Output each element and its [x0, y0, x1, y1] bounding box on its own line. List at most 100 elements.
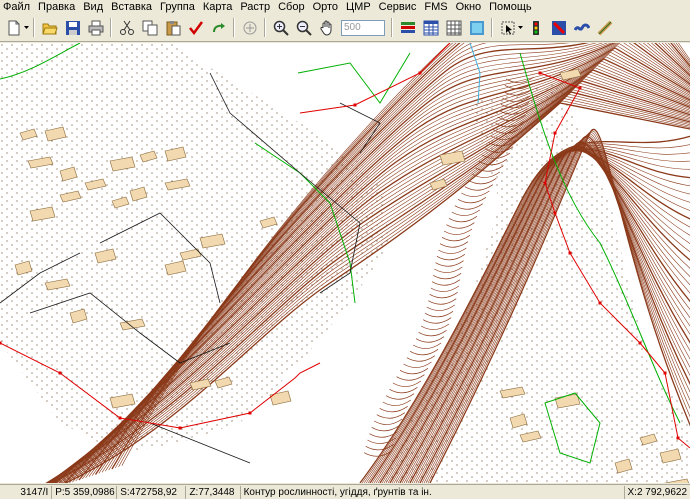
- menu-service[interactable]: Сервис: [375, 0, 421, 14]
- parcel-vertex[interactable]: [0, 341, 2, 345]
- open-button[interactable]: [40, 18, 59, 37]
- building-footprint: [269, 390, 292, 406]
- print-button[interactable]: [86, 18, 105, 37]
- ravine-hatch: [429, 292, 458, 299]
- menu-map[interactable]: Карта: [199, 0, 236, 14]
- ruler-button[interactable]: [595, 18, 614, 37]
- chevron-down-icon: [24, 26, 29, 29]
- parcel-vertex[interactable]: [568, 251, 572, 255]
- cursor-icon: [501, 21, 514, 34]
- parcel-vertex[interactable]: [543, 181, 547, 185]
- waveform-icon: [573, 23, 590, 31]
- ravine-hatch: [468, 178, 497, 185]
- zoom-in-icon: [273, 20, 289, 36]
- print-icon: [88, 20, 103, 35]
- paste-icon: [166, 20, 180, 35]
- parcel-vertex[interactable]: [538, 71, 542, 75]
- apply-button[interactable]: [186, 18, 205, 37]
- open-folder-icon: [41, 23, 58, 34]
- ravine-hatch: [432, 273, 462, 280]
- ravine-hatch: [371, 425, 400, 432]
- menu-collect[interactable]: Сбор: [274, 0, 308, 14]
- color-button[interactable]: [467, 18, 486, 37]
- menu-ortho[interactable]: Орто: [309, 0, 342, 14]
- select-dropdown[interactable]: [517, 18, 524, 37]
- ravine-hatch: [434, 266, 463, 273]
- copy-button[interactable]: [140, 18, 159, 37]
- menu-edit[interactable]: Правка: [34, 0, 79, 14]
- menu-view[interactable]: Вид: [79, 0, 107, 14]
- toolbar-separator: [233, 18, 235, 37]
- menu-group[interactable]: Группа: [156, 0, 199, 14]
- traffic-button[interactable]: [526, 18, 545, 37]
- traffic-icon: [532, 20, 539, 35]
- ravine-hatch: [446, 222, 475, 229]
- zoom-in-button[interactable]: [271, 18, 290, 37]
- ravine-hatch: [424, 311, 454, 318]
- ravine-hatch: [369, 431, 398, 438]
- waveform-button[interactable]: [572, 18, 591, 37]
- ravine-hatch: [415, 336, 445, 343]
- parcel-vertex[interactable]: [58, 371, 62, 375]
- menu-dem[interactable]: ЦМР: [342, 0, 375, 14]
- layers-button[interactable]: [398, 18, 417, 37]
- ravine-hatch: [457, 197, 487, 204]
- menu-file[interactable]: Файл: [0, 0, 34, 14]
- zoom-out-button[interactable]: [294, 18, 313, 37]
- parcel-vertex[interactable]: [553, 131, 557, 135]
- no-entry-button[interactable]: [549, 18, 568, 37]
- toolbar: [0, 14, 690, 42]
- redo-button[interactable]: [209, 18, 228, 37]
- ravine-hatch: [422, 317, 452, 324]
- parcel-vertex[interactable]: [676, 436, 680, 440]
- parcel-vertex[interactable]: [638, 341, 642, 345]
- parcel-vertex[interactable]: [553, 211, 557, 215]
- parcel-vertex[interactable]: [248, 411, 252, 415]
- table-icon: [423, 20, 438, 35]
- ravine-hatch: [454, 203, 483, 210]
- ravine-hatch: [418, 330, 447, 337]
- parcel-vertex[interactable]: [178, 426, 182, 430]
- menu-insert[interactable]: Вставка: [107, 0, 156, 14]
- toolbar-separator: [391, 18, 393, 37]
- toolbar-separator: [33, 18, 35, 37]
- parcel-vertex[interactable]: [118, 416, 122, 420]
- topographic-map[interactable]: [0, 43, 690, 483]
- ravine-hatch: [439, 241, 469, 248]
- cut-button[interactable]: [117, 18, 136, 37]
- menu-window[interactable]: Окно: [452, 0, 486, 14]
- select-button[interactable]: [498, 18, 517, 37]
- new-document-button[interactable]: [4, 18, 23, 37]
- ravine-hatch: [412, 342, 442, 349]
- ravine-hatch: [392, 380, 422, 387]
- map-canvas[interactable]: [0, 43, 690, 483]
- table-button[interactable]: [421, 18, 440, 37]
- parcel-vertex[interactable]: [598, 301, 602, 305]
- menu-raster[interactable]: Растр: [236, 0, 274, 14]
- save-button[interactable]: [63, 18, 82, 37]
- ravine-hatch: [379, 406, 408, 413]
- menu-help[interactable]: Помощь: [485, 0, 536, 14]
- add-button[interactable]: [240, 18, 259, 37]
- perimeter-readout: P:5 359,0986: [52, 485, 118, 499]
- color-icon: [469, 20, 484, 35]
- zoom-out-icon: [296, 20, 312, 36]
- parcel-vertex[interactable]: [353, 103, 357, 107]
- parcel-vertex[interactable]: [578, 86, 582, 90]
- ravine-hatch: [451, 209, 480, 216]
- parcel-vertex[interactable]: [418, 71, 422, 75]
- paste-button[interactable]: [163, 18, 182, 37]
- parcel-vertex[interactable]: [663, 371, 667, 375]
- scale-input[interactable]: [341, 19, 385, 36]
- new-document-dropdown[interactable]: [23, 18, 30, 37]
- copy-icon: [142, 20, 157, 35]
- cut-icon: [119, 20, 134, 35]
- pan-button[interactable]: [317, 18, 336, 37]
- layers-icon: [400, 21, 415, 33]
- ravine-hatch: [403, 361, 432, 368]
- ravine-hatch: [441, 235, 471, 242]
- grid-button[interactable]: [444, 18, 463, 37]
- ravine-hatch: [426, 304, 455, 311]
- ravine-hatch: [443, 228, 473, 235]
- menu-fms[interactable]: FMS: [420, 0, 451, 14]
